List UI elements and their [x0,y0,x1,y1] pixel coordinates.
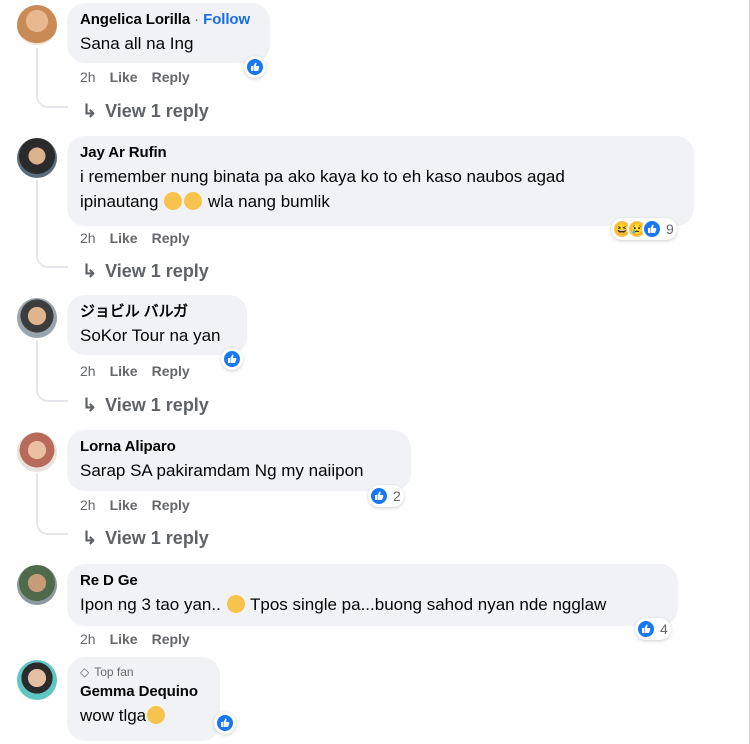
like-reaction-icon [222,349,242,369]
author-name[interactable]: Re D Ge [80,572,666,590]
like-button[interactable]: Like [110,363,138,379]
reaction-summary[interactable] [214,712,236,734]
author-name[interactable]: Jay Ar Rufin [80,144,682,162]
reply-arrow-icon: ↳ [82,261,98,281]
timestamp[interactable]: 2h [80,69,96,85]
comment-bubble: ◇ Top fan Gemma Dequino wow tlga [67,657,220,741]
view-replies-link[interactable]: ↳ View 1 reply [82,395,209,416]
reaction-summary[interactable] [244,56,266,78]
avatar[interactable] [17,432,57,472]
thread-curve [36,252,68,268]
timestamp[interactable]: 2h [80,363,96,379]
diamond-badge-icon: ◇ [80,665,90,679]
comment-text: Sarap SA pakiramdam Ng my naiipon [80,461,364,480]
comment-text: Ipon ng 3 tao yan.. Tpos single pa...buo… [80,595,607,614]
avatar[interactable] [17,565,57,605]
author-name[interactable]: ジョビル バルガ [80,303,235,321]
follow-link[interactable]: Follow [203,11,250,28]
comment-actions: 2h Like Reply [80,497,204,513]
author-name[interactable]: Gemma Dequino [80,683,208,701]
reaction-summary[interactable]: 2 [368,485,404,507]
like-button[interactable]: Like [110,230,138,246]
reaction-count: 2 [393,488,401,504]
grin-emoji-icon [164,192,183,210]
avatar[interactable] [17,298,57,338]
author-name[interactable]: Angelica Lorilla [80,11,190,28]
comment-actions: 2h Like Reply [80,631,204,647]
like-reaction-icon [369,486,389,506]
reply-button[interactable]: Reply [152,230,190,246]
reply-arrow-icon: ↳ [82,395,98,415]
comment-bubble: Angelica Lorilla · Follow Sana all na In… [67,3,270,63]
reaction-summary[interactable]: 😆 😢 9 [611,218,677,240]
avatar[interactable] [17,660,57,700]
avatar[interactable] [17,138,57,178]
like-reaction-icon [215,713,235,733]
comment-actions: 2h Like Reply [80,363,204,379]
like-button[interactable]: Like [110,69,138,85]
reply-button[interactable]: Reply [152,69,190,85]
like-reaction-icon [245,57,265,77]
reaction-count: 4 [660,621,668,637]
comment-text: SoKor Tour na yan [80,326,221,345]
author-name[interactable]: Lorna Aliparo [80,438,399,456]
like-reaction-icon [636,619,656,639]
timestamp[interactable]: 2h [80,631,96,647]
comment-actions: 2h Like Reply [80,69,204,85]
thread-curve [36,92,68,108]
reaction-summary[interactable]: 4 [635,618,671,640]
thread-curve [36,386,68,402]
haha-emoji-icon [147,706,166,724]
timestamp[interactable]: 2h [80,230,96,246]
view-replies-link[interactable]: ↳ View 1 reply [82,101,209,122]
grin-emoji-icon [184,192,203,210]
thread-curve [36,519,68,535]
comment-text: i remember nung binata pa ako kaya ko to… [80,167,565,211]
thread-line [36,180,38,252]
view-replies-link[interactable]: ↳ View 1 reply [82,261,209,282]
like-button[interactable]: Like [110,631,138,647]
comment-text: wow tlga [80,703,208,728]
reply-button[interactable]: Reply [152,497,190,513]
comment-text: Sana all na Ing [80,34,194,53]
reply-button[interactable]: Reply [152,363,190,379]
haha-emoji-icon [226,595,245,613]
reply-arrow-icon: ↳ [82,101,98,121]
comment-bubble: ジョビル バルガ SoKor Tour na yan [67,295,247,355]
reply-arrow-icon: ↳ [82,528,98,548]
avatar[interactable] [17,5,57,45]
thread-line [36,340,38,386]
view-replies-link[interactable]: ↳ View 1 reply [82,528,209,549]
comment-actions: 2h Like Reply [80,230,204,246]
comment-bubble: Re D Ge Ipon ng 3 tao yan.. Tpos single … [67,564,678,626]
comment-bubble: Jay Ar Rufin i remember nung binata pa a… [67,136,694,226]
reaction-count: 9 [666,221,674,237]
reply-button[interactable]: Reply [152,631,190,647]
like-button[interactable]: Like [110,497,138,513]
top-fan-badge: ◇ Top fan [80,665,134,679]
thread-line [36,474,38,519]
like-reaction-icon [642,219,662,239]
thread-line [36,48,38,92]
reaction-summary[interactable] [221,348,243,370]
timestamp[interactable]: 2h [80,497,96,513]
comment-bubble: Lorna Aliparo Sarap SA pakiramdam Ng my … [67,430,411,491]
